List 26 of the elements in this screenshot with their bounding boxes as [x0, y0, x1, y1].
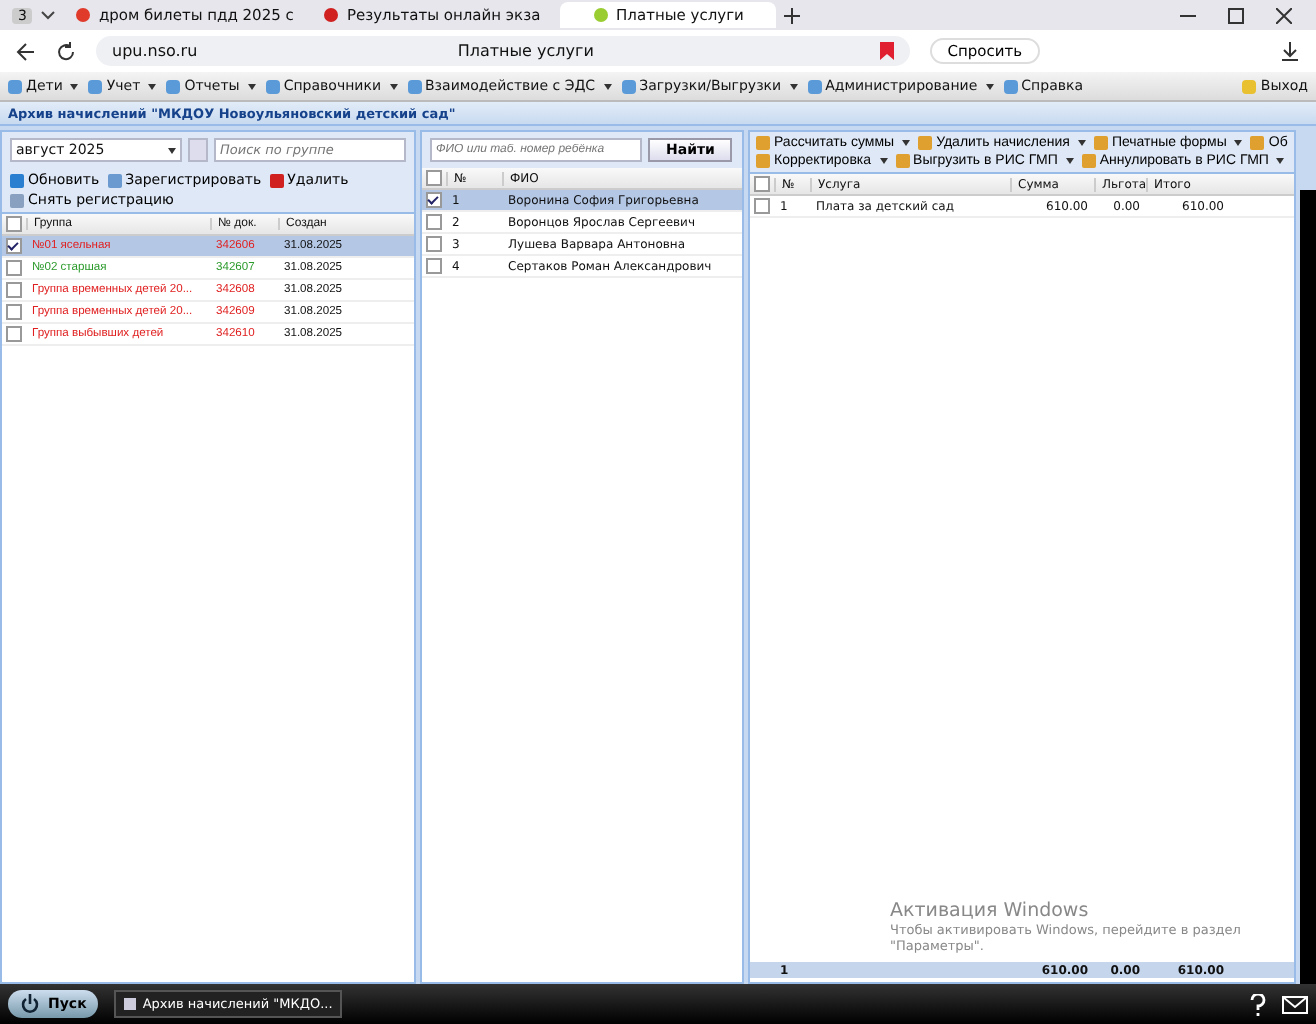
mail-icon[interactable]	[1282, 995, 1308, 1013]
chevron-down-icon[interactable]	[40, 9, 57, 21]
checkbox[interactable]	[6, 326, 22, 342]
checkbox[interactable]	[426, 170, 442, 186]
new-tab-icon[interactable]	[784, 7, 801, 23]
download-icon[interactable]	[1280, 41, 1300, 61]
maximize-icon[interactable]	[1228, 7, 1244, 23]
checkbox[interactable]	[426, 258, 442, 274]
checkbox[interactable]	[426, 214, 442, 230]
checkbox[interactable]	[6, 238, 22, 254]
checkbox[interactable]	[754, 198, 770, 214]
help-icon[interactable]	[1250, 993, 1266, 1015]
back-icon[interactable]	[16, 41, 36, 61]
checkbox[interactable]	[426, 236, 442, 252]
close-icon[interactable]	[1276, 7, 1292, 23]
checkbox[interactable]	[6, 282, 22, 298]
power-icon	[20, 994, 40, 1014]
reload-icon[interactable]	[56, 41, 76, 61]
checkbox[interactable]	[6, 304, 22, 320]
checkbox[interactable]	[754, 176, 770, 192]
bookmark-icon[interactable]	[879, 42, 894, 60]
checkbox[interactable]	[6, 216, 22, 232]
activation-title: Активация Windows	[890, 900, 1091, 922]
checkbox[interactable]	[426, 192, 442, 208]
checkbox[interactable]	[6, 260, 22, 276]
address-field[interactable]: upu.nso.ru Платные услуги	[96, 36, 910, 66]
